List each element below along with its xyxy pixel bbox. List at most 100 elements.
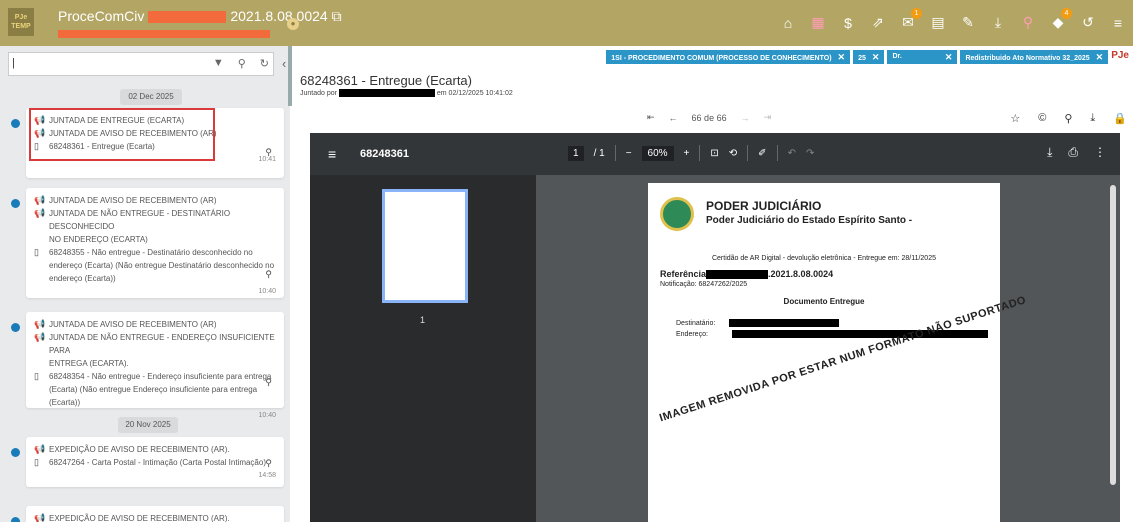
date-badge: 20 Nov 2025 [118, 417, 178, 433]
download-icon[interactable]: ⤓ [1047, 145, 1052, 160]
redacted-block [148, 11, 227, 24]
mail-icon[interactable]: ✉ 1 [899, 8, 922, 31]
close-icon[interactable]: ✕ [945, 50, 953, 64]
edit-icon[interactable]: ✎ [959, 14, 977, 31]
notificacao-line: Notificação: 68247262/2025 [660, 281, 748, 288]
pin-icon[interactable]: ⚲ [265, 268, 272, 281]
dollar-icon[interactable]: $ [839, 15, 857, 31]
redacted-block [338, 89, 435, 97]
search-input[interactable]: | ▼ ⚲ ↻ [8, 52, 274, 76]
zoom-in-icon[interactable]: + [684, 148, 690, 159]
redo-icon[interactable]: ↷ [806, 148, 814, 159]
timeline-dot [11, 199, 20, 208]
page-indicator: 66 de 66 [691, 112, 727, 123]
star-icon[interactable]: ☆ [1010, 112, 1020, 125]
scrollbar[interactable] [1110, 185, 1116, 485]
calendar-icon[interactable]: ▦ [809, 14, 827, 31]
last-page-icon[interactable]: ⇥ [764, 112, 772, 123]
megaphone-icon: 📢 [34, 444, 46, 454]
org-subtitle: Poder Judiciário do Estado Espírito Sant… [706, 215, 913, 226]
next-page-icon[interactable]: → [741, 113, 750, 123]
lock-icon[interactable]: 🔒 [1113, 112, 1127, 125]
pdf-viewer: ≡ 68248361 1 / 1 − 60% + ⊡ ⟲ ✐ ↶ ↷ ⤓ ⎙ ⋮… [310, 133, 1120, 522]
megaphone-icon: 📢 [34, 195, 46, 205]
copy-icon[interactable]: ⧉ [332, 8, 342, 24]
page-thumbnail[interactable] [382, 189, 468, 303]
thumbnail-number: 1 [420, 315, 426, 325]
coat-of-arms-icon [660, 197, 694, 231]
document-title: 68248361 - Entregue (Ecarta) [300, 73, 472, 88]
more-icon[interactable]: ⋮ [1094, 145, 1106, 160]
document-icon[interactable]: ▤ [929, 14, 947, 31]
timeline-dot [11, 119, 20, 128]
certidao-line: Certidão de AR Digital - devolução eletr… [711, 255, 936, 262]
timeline-card[interactable]: 📢 JUNTADA DE AVISO DE RECEBIMENTO (AR) 📢 J… [26, 188, 284, 298]
timeline-card[interactable]: 📢 EXPEDIÇÃO DE AVISO DE RECEBIMENTO (AR).… [26, 437, 284, 487]
card-time: 10:40 [258, 288, 276, 295]
date-badge: 02 Dec 2025 [120, 89, 182, 105]
home-icon[interactable]: ⌂ [779, 15, 797, 31]
close-icon[interactable]: ✕ [872, 52, 880, 62]
process-title[interactable]: ProceComCiv 2021.8.08.0024 ⧉ [58, 8, 342, 25]
top-toolbar: ⌂ ▦ $ ⇗ ✉ 1 ▤ ✎ ⤓ ⚲ ◆ 4 ↺ ≡ [779, 8, 1127, 31]
highlight-box [29, 108, 215, 161]
undo-icon[interactable]: ↶ [788, 148, 796, 159]
timeline-card[interactable]: 📢 EXPEDIÇÃO DE AVISO DE RECEBIMENTO (AR). [26, 506, 284, 522]
watermark-text: IMAGEM REMOVIDA POR ESTAR NUM FORMATO NÃ… [658, 294, 1028, 425]
document-link[interactable]: 68248355 - Não entregue - Destinatário d… [49, 246, 276, 285]
close-icon[interactable]: ✕ [838, 52, 846, 62]
redacted-bar [58, 30, 270, 38]
external-link-icon[interactable]: ⇗ [869, 14, 887, 31]
first-page-icon[interactable]: ⇤ [647, 112, 655, 123]
document-panel: 1SI - PROCEDIMENTO COMUM (PROCESSO DE CO… [292, 46, 1133, 522]
pin-icon[interactable]: ⚲ [1019, 14, 1037, 31]
menu-icon[interactable]: ≡ [328, 146, 336, 162]
page-navigation: ⇤ ← 66 de 66 → ⇥ [647, 112, 771, 123]
tag-chip[interactable]: 1SI - PROCEDIMENTO COMUM (PROCESSO DE CO… [606, 50, 851, 64]
filter-icon[interactable]: ▼ [213, 57, 224, 70]
download-icon[interactable]: ⤓ [989, 14, 1007, 31]
copyright-icon[interactable]: © [1038, 112, 1046, 125]
menu-icon[interactable]: ≡ [1109, 15, 1127, 31]
tag-chip[interactable]: Redistribuido Ato Normativo 32_2025 ✕ [960, 50, 1109, 64]
timeline-dot [11, 448, 20, 457]
org-title: PODER JUDICIÁRIO [706, 199, 822, 213]
annotate-icon[interactable]: ✐ [758, 148, 766, 159]
page-total: / 1 [593, 147, 605, 159]
tag-list: 1SI - PROCEDIMENTO COMUM (PROCESSO DE CO… [606, 50, 1129, 64]
tag-icon[interactable]: ◆ 4 [1049, 8, 1072, 31]
file-icon: ▯ [34, 371, 39, 381]
thumbnail-sidebar: 1 [310, 175, 536, 522]
info-icon[interactable]: ● [287, 18, 299, 30]
pdf-name: 68248361 [360, 148, 409, 160]
juntado-info: Juntado por em 02/12/2025 10:41:02 [300, 89, 513, 97]
fit-page-icon[interactable]: ⊡ [710, 148, 718, 159]
reference-line: Referência .2021.8.08.0024 [660, 269, 834, 280]
tag-chip[interactable]: Dr. ✕ [887, 50, 958, 64]
pin-icon[interactable]: ⚲ [265, 376, 272, 389]
print-icon[interactable]: ⎙ [1068, 145, 1078, 160]
prev-page-icon[interactable]: ← [669, 113, 678, 123]
zoom-out-icon[interactable]: − [626, 148, 632, 159]
document-link[interactable]: 68248354 - Não entregue - Endereço insuf… [49, 370, 276, 409]
download-icon[interactable]: ⤓ [1090, 112, 1095, 125]
collapse-icon[interactable]: ‹ [282, 56, 286, 71]
close-icon[interactable]: ✕ [1096, 52, 1104, 62]
megaphone-icon: 📢 [34, 332, 46, 342]
pin-icon[interactable]: ⚲ [1064, 112, 1072, 125]
megaphone-icon: 📢 [34, 513, 46, 522]
refresh-icon[interactable]: ↻ [260, 57, 269, 70]
card-time: 14:58 [258, 472, 276, 479]
document-link[interactable]: 68247264 - Carta Postal - Intimação (Car… [49, 456, 266, 469]
pje-small-icon[interactable]: PJe [1111, 50, 1129, 64]
search-icon[interactable]: ⚲ [238, 57, 246, 70]
pin-icon[interactable]: ⚲ [265, 457, 272, 470]
pje-logo[interactable]: PJe TEMP [8, 8, 34, 36]
page-input[interactable]: 1 [568, 145, 584, 161]
pin-icon[interactable]: ⚲ [265, 146, 272, 159]
history-icon[interactable]: ↺ [1079, 14, 1097, 31]
tag-chip[interactable]: 25 ✕ [853, 50, 885, 64]
zoom-level[interactable]: 60% [641, 145, 674, 161]
rotate-icon[interactable]: ⟲ [729, 148, 737, 159]
timeline-card[interactable]: 📢 JUNTADA DE AVISO DE RECEBIMENTO (AR) 📢 J… [26, 312, 284, 419]
